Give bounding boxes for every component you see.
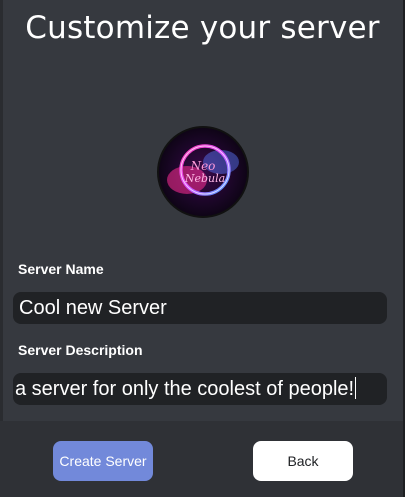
server-name-input[interactable]: Cool new Server (13, 292, 387, 324)
create-server-button[interactable]: Create Server (53, 441, 153, 481)
server-description-label: Server Description (18, 342, 143, 358)
neon-logo-icon: Neo Nebula (159, 128, 247, 216)
server-description-value: a server for only the coolest of people! (15, 378, 355, 400)
customize-server-dialog: Customize your server Neo Nebula Server … (0, 0, 405, 497)
text-caret (355, 377, 357, 400)
back-button[interactable]: Back (253, 441, 353, 481)
server-avatar[interactable]: Neo Nebula (157, 126, 249, 218)
svg-text:Neo: Neo (190, 159, 216, 173)
svg-text:Nebula: Nebula (184, 172, 225, 185)
dialog-title: Customize your server (25, 10, 380, 46)
server-name-label: Server Name (18, 261, 104, 277)
server-description-input[interactable]: a server for only the coolest of people! (13, 373, 387, 405)
